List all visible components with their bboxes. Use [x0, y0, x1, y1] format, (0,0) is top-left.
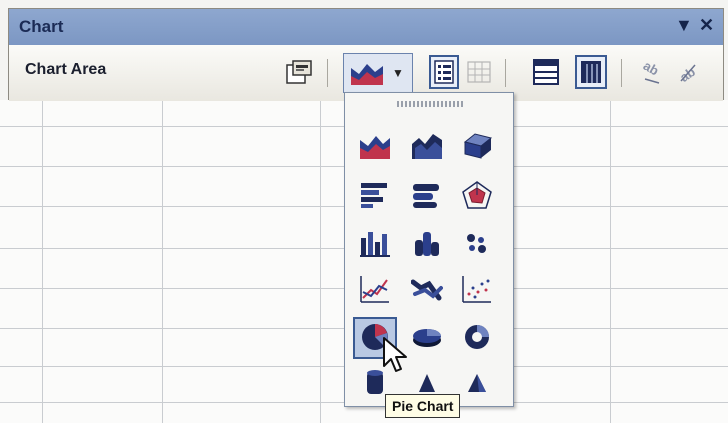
legend-button[interactable] [429, 55, 459, 89]
3d-pie-chart-icon [413, 329, 441, 347]
radar-chart-icon [462, 181, 492, 209]
palette-drag-handle[interactable] [397, 101, 465, 107]
angle-text-down-icon[interactable]: ab [639, 59, 665, 85]
chart-toolbar: Chart ▼ ✕ Chart Area ▼ ▼ [8, 8, 724, 101]
palette-item-area-chart[interactable] [355, 127, 395, 165]
chart-objects-value: Chart Area [25, 61, 107, 78]
toolbar-separator [327, 59, 328, 87]
line-chart-icon [360, 276, 389, 303]
palette-item-pyramid-chart[interactable] [457, 365, 497, 403]
pyramid-chart-icon [468, 374, 486, 392]
toolbar-separator [505, 59, 506, 87]
palette-item-bubble-chart[interactable] [457, 225, 497, 263]
palette-item-3d-surface-chart[interactable] [457, 127, 497, 165]
by-column-icon [581, 61, 601, 83]
grid-col-line [42, 100, 43, 423]
3d-surface-chart-icon [463, 133, 493, 159]
palette-item-3d-area-chart[interactable] [407, 127, 447, 165]
area-chart-icon [351, 64, 383, 85]
scatter-chart-icon [462, 276, 491, 303]
chart-type-palette [344, 92, 514, 407]
chart-objects-dropdown[interactable]: Chart Area ▼ [17, 55, 315, 87]
angle-text-up-icon[interactable]: ab [675, 59, 701, 85]
toolbar-options-icon[interactable]: ▼ [675, 15, 693, 36]
grid-col-line [320, 100, 321, 423]
mouse-pointer-icon [383, 337, 407, 372]
bubble-chart-icon [467, 234, 486, 253]
palette-item-column-chart[interactable] [355, 225, 395, 263]
palette-item-doughnut-chart[interactable] [457, 319, 497, 357]
palette-item-3d-column-chart[interactable] [407, 225, 447, 263]
grid-col-line [162, 100, 163, 423]
palette-item-3d-line-chart[interactable] [407, 271, 447, 309]
legend-icon [434, 60, 454, 84]
tooltip: Pie Chart [385, 394, 461, 418]
3d-bar-chart-icon [413, 184, 439, 208]
data-table-icon[interactable] [467, 61, 491, 83]
palette-item-radar-chart[interactable] [457, 177, 497, 215]
bar-chart-icon [361, 183, 387, 208]
toolbar-titlebar[interactable]: Chart ▼ ✕ [9, 9, 723, 45]
by-column-button[interactable] [575, 55, 607, 89]
3d-line-chart-icon [411, 279, 443, 301]
grid-col-line [610, 100, 611, 423]
doughnut-chart-icon [465, 325, 489, 349]
by-row-icon[interactable] [533, 59, 559, 85]
svg-text:ab: ab [641, 59, 662, 78]
palette-item-xy-scatter-chart[interactable] [457, 271, 497, 309]
chart-type-button[interactable]: ▼ [343, 53, 413, 93]
area-chart-icon [360, 136, 390, 159]
3d-area-chart-icon [412, 134, 442, 159]
column-chart-icon [360, 232, 390, 257]
palette-item-3d-pie-chart[interactable] [407, 319, 447, 357]
palette-item-3d-bar-chart[interactable] [407, 177, 447, 215]
toolbar-separator [621, 59, 622, 87]
chevron-down-icon: ▼ [392, 66, 404, 80]
3d-column-chart-icon [415, 232, 439, 256]
format-properties-icon[interactable] [285, 59, 315, 87]
palette-item-line-chart[interactable] [355, 271, 395, 309]
toolbar-title: Chart [19, 17, 64, 36]
close-icon[interactable]: ✕ [699, 15, 714, 36]
palette-item-bar-chart[interactable] [355, 177, 395, 215]
